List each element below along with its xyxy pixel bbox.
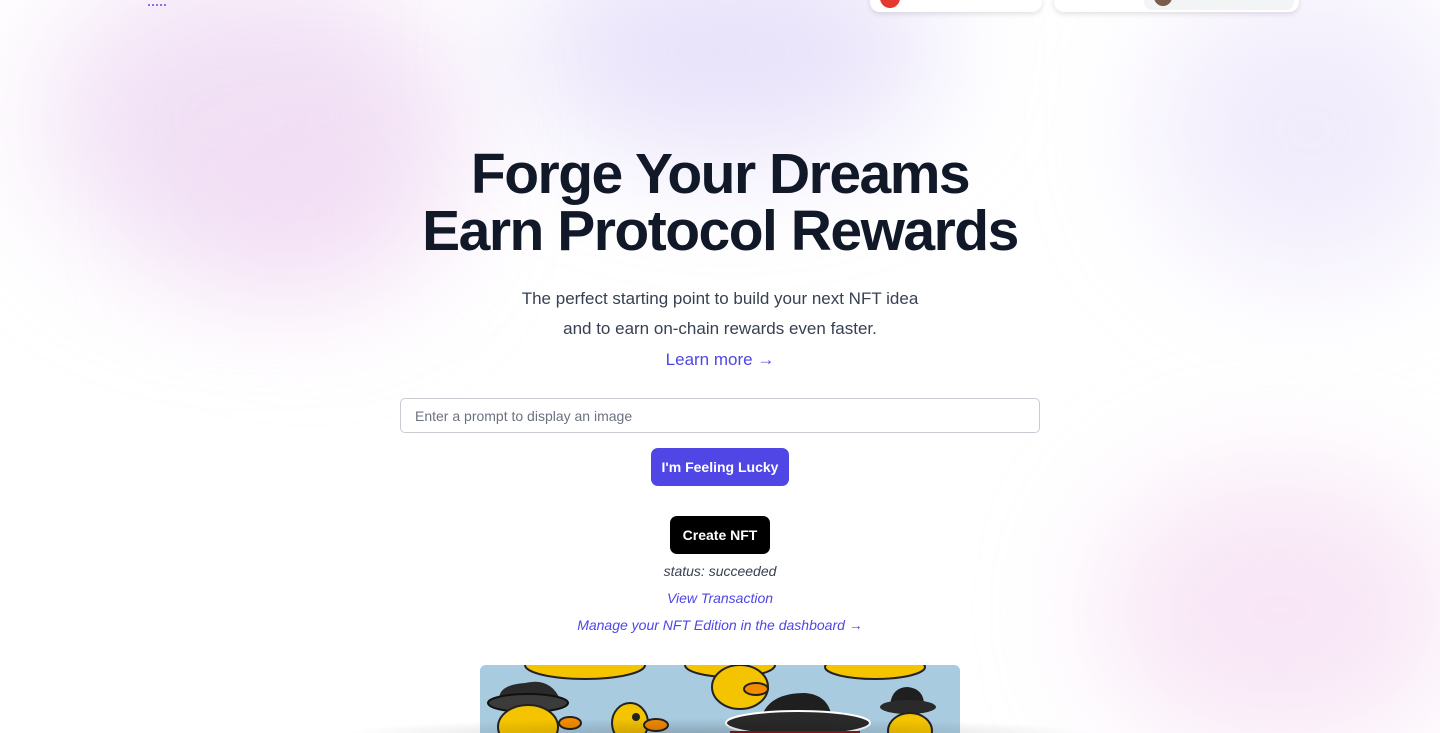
account-button[interactable] (1054, 0, 1299, 12)
page-title: Forge Your Dreams Earn Protocol Rewards (0, 146, 1440, 260)
account-pill (1144, 0, 1294, 10)
create-nft-button[interactable]: Create NFT (670, 516, 770, 554)
dots-logo-icon[interactable] (148, 0, 170, 8)
learn-more-link[interactable]: Learn more → (0, 350, 1440, 370)
title-line-2: Earn Protocol Rewards (422, 199, 1019, 263)
image-shadow (340, 718, 1100, 733)
manage-dashboard-link[interactable]: Manage your NFT Edition in the dashboard… (0, 617, 1440, 633)
title-line-1: Forge Your Dreams (470, 142, 971, 206)
prompt-input[interactable] (400, 398, 1040, 433)
status-text: status: succeeded (663, 563, 777, 579)
avatar-icon (1154, 0, 1172, 6)
network-selector[interactable] (870, 0, 1042, 12)
subtitle-line-2: and to earn on-chain rewards even faster… (563, 319, 877, 338)
view-transaction-link[interactable]: View Transaction (0, 590, 1440, 606)
feeling-lucky-button[interactable]: I'm Feeling Lucky (651, 448, 789, 486)
background-glow (520, 0, 940, 160)
subtitle-line-1: The perfect starting point to build your… (521, 289, 919, 308)
red-chain-icon (880, 0, 900, 8)
